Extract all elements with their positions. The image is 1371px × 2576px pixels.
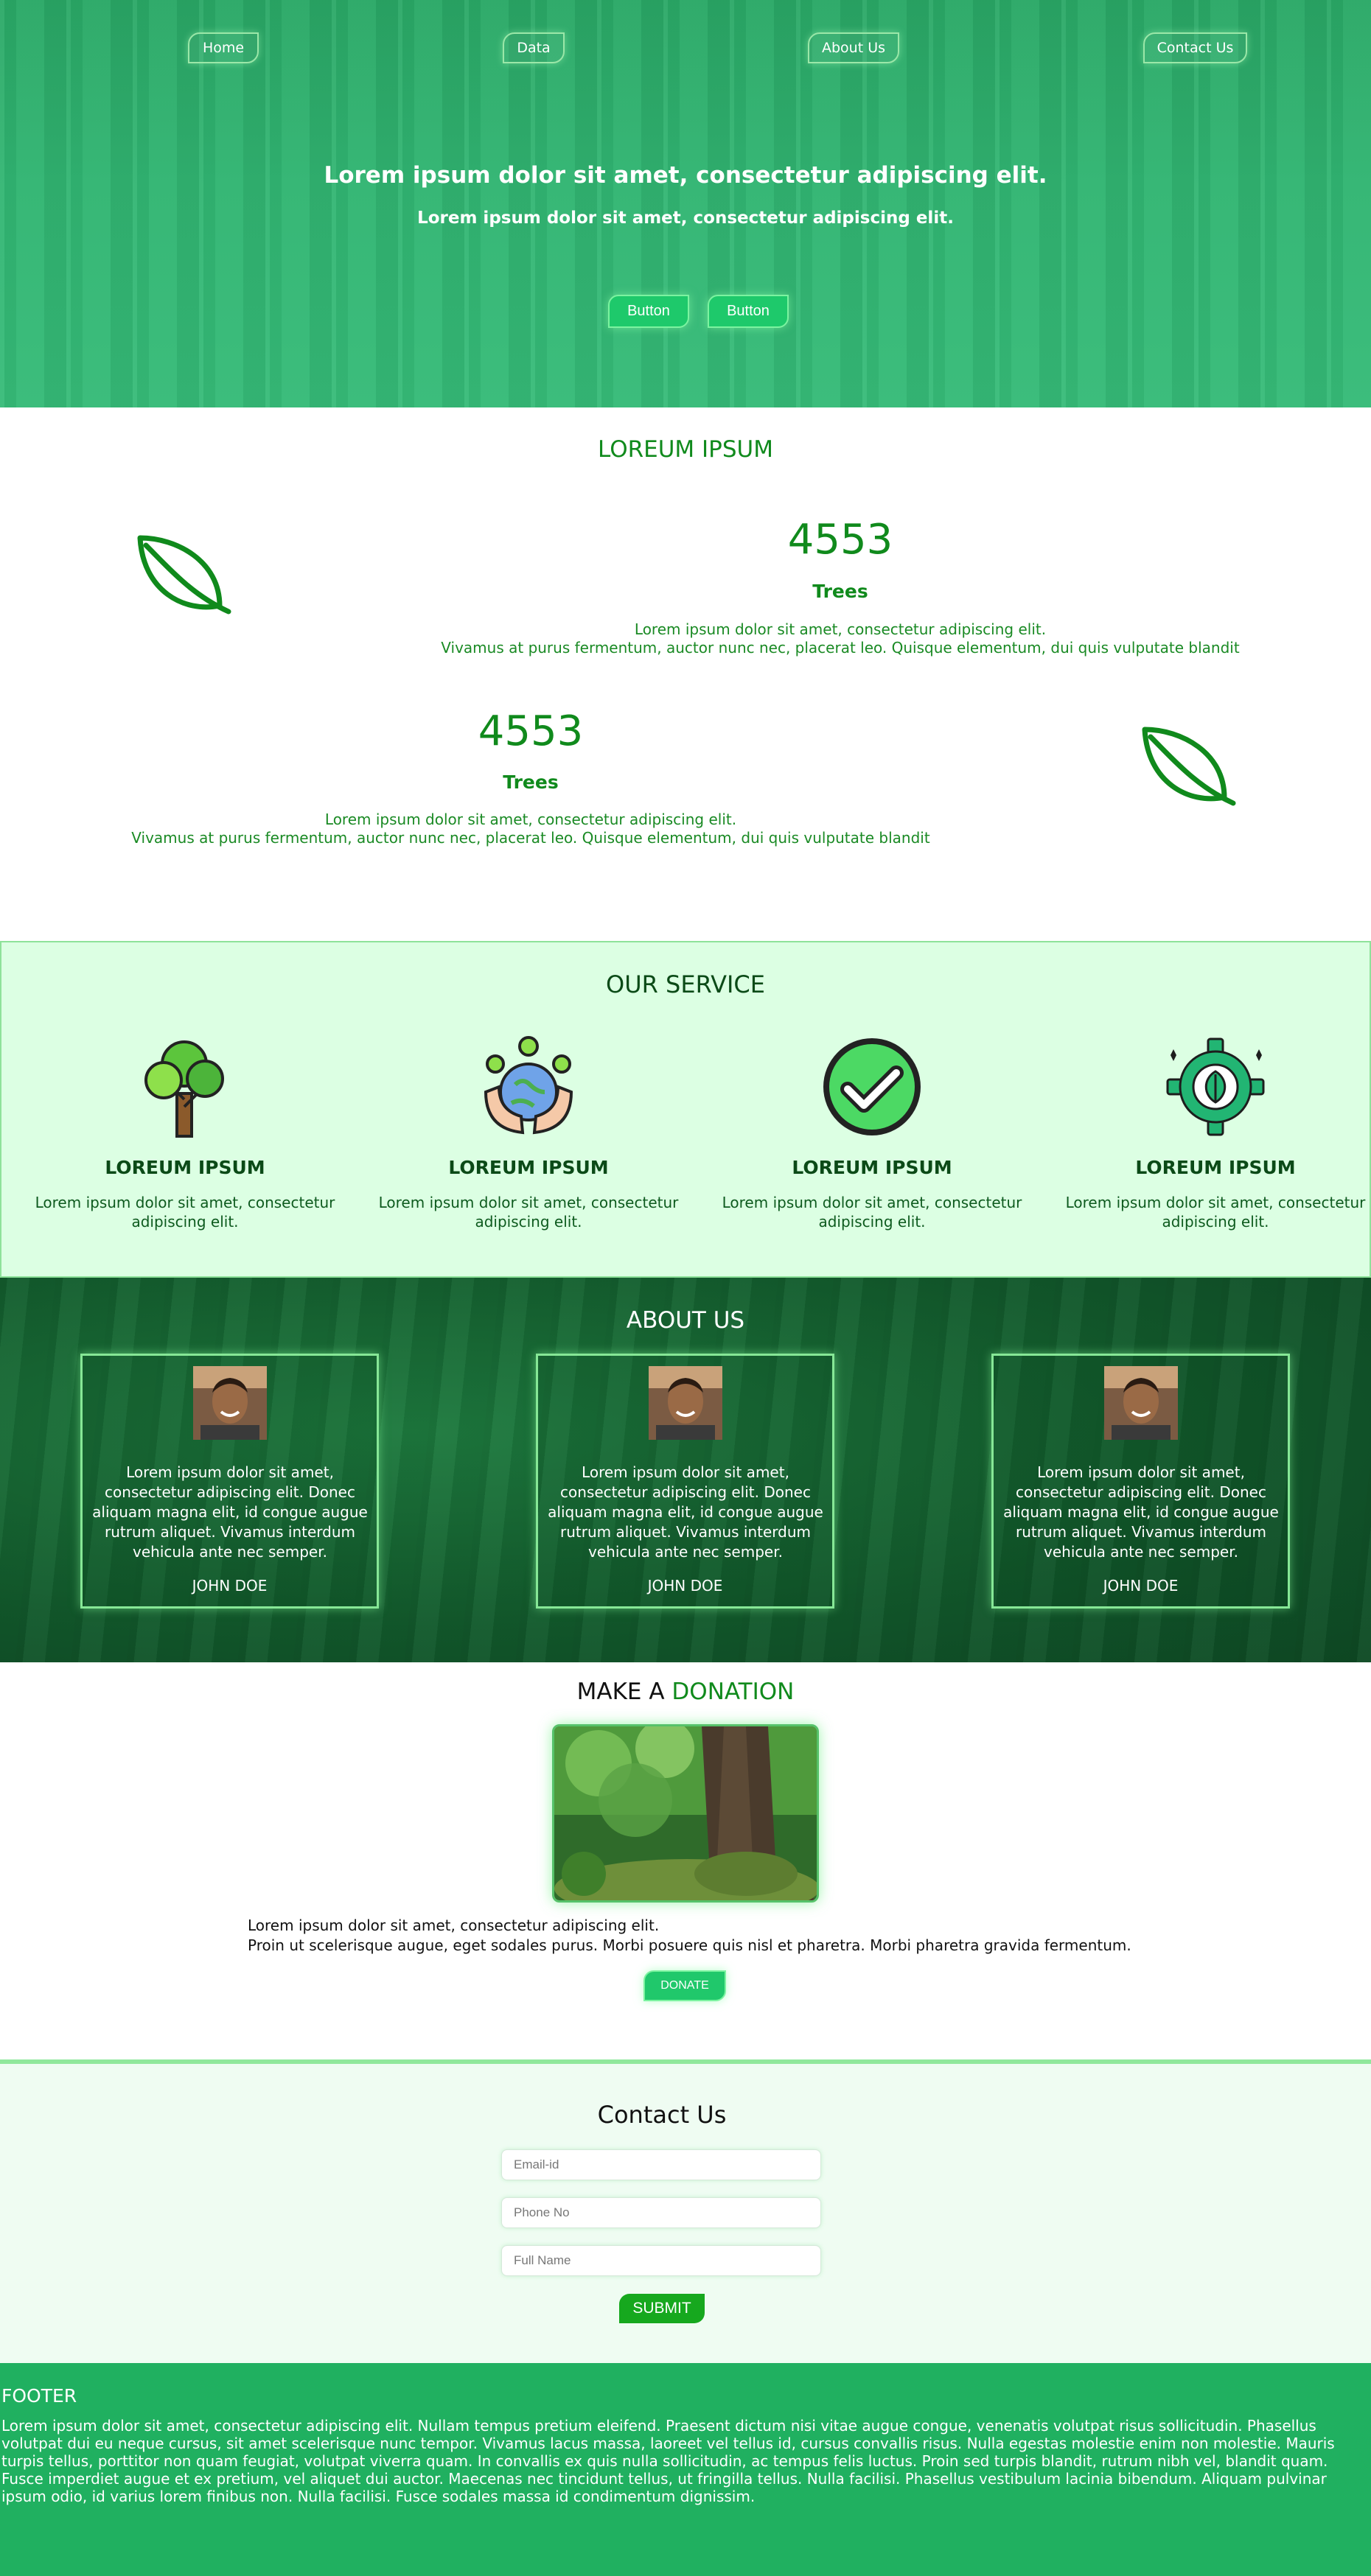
- nav-contact-link[interactable]: Contact Us: [1143, 32, 1247, 63]
- service-name-4: LOREUM IPSUM: [1135, 1157, 1296, 1178]
- about-card: Lorem ipsum dolor sit amet, consectetur …: [536, 1354, 834, 1609]
- nav-about-link[interactable]: About Us: [808, 32, 899, 63]
- hero-title: Lorem ipsum dolor sit amet, consectetur …: [324, 162, 1047, 189]
- submit-button[interactable]: SUBMIT: [619, 2294, 705, 2323]
- footer-title: FOOTER: [1, 2385, 77, 2407]
- about-section: ABOUT US Lorem ipsum dolor sit amet, con…: [0, 1278, 1371, 1662]
- forest-image: [552, 1724, 819, 1903]
- avatar: [193, 1366, 267, 1440]
- hero-subtitle: Lorem ipsum dolor sit amet, consectetur …: [417, 209, 954, 228]
- about-name: JOHN DOE: [647, 1577, 723, 1595]
- donation-title: MAKE A DONATION: [0, 1679, 1371, 1705]
- stat-value-1: 4553: [787, 516, 893, 564]
- nav-data-link[interactable]: Data: [503, 32, 565, 63]
- contact-title: Contact Us: [597, 2101, 727, 2129]
- contact-section: Contact Us SUBMIT: [0, 2059, 1371, 2363]
- email-field[interactable]: [501, 2149, 821, 2180]
- donation-title-prefix: MAKE A: [576, 1679, 672, 1705]
- full-name-field[interactable]: [501, 2245, 821, 2276]
- stat-text-2: Lorem ipsum dolor sit amet, consectetur …: [131, 811, 930, 847]
- donate-button[interactable]: DONATE: [643, 1970, 726, 2001]
- about-card: Lorem ipsum dolor sit amet, consectetur …: [80, 1354, 379, 1609]
- hero-button-2[interactable]: Button: [708, 295, 789, 328]
- hero-section: Home Data About Us Contact Us Lorem ipsu…: [0, 0, 1371, 407]
- footer-text: Lorem ipsum dolor sit amet, consectetur …: [1, 2417, 1335, 2505]
- avatar: [1104, 1366, 1178, 1440]
- leaf-icon: [1142, 727, 1236, 806]
- check-circle-icon: [823, 1038, 921, 1135]
- donation-text: Lorem ipsum dolor sit amet, consectetur …: [248, 1917, 1131, 1954]
- tree-icon: [144, 1040, 224, 1138]
- service-name-3: LOREUM IPSUM: [792, 1157, 952, 1178]
- about-text: Lorem ipsum dolor sit amet, consectetur …: [1003, 1463, 1279, 1561]
- gear-leaf-icon: [1166, 1037, 1265, 1136]
- service-desc-1: Lorem ipsum dolor sit amet, consectetur …: [35, 1194, 335, 1231]
- globe-hands-icon: [484, 1036, 573, 1135]
- service-desc-3: Lorem ipsum dolor sit amet, consectetur …: [722, 1194, 1022, 1231]
- service-name-1: LOREUM IPSUM: [105, 1157, 265, 1178]
- stat-label-1: Trees: [812, 581, 868, 602]
- stat-text-1: Lorem ipsum dolor sit amet, consectetur …: [441, 620, 1240, 657]
- about-text: Lorem ipsum dolor sit amet, consectetur …: [92, 1463, 368, 1561]
- about-title: ABOUT US: [626, 1307, 745, 1334]
- phone-field[interactable]: [501, 2197, 821, 2228]
- stat-value-2: 4553: [478, 707, 584, 755]
- service-desc-4: Lorem ipsum dolor sit amet, consectetur …: [1065, 1194, 1366, 1231]
- footer: FOOTER Lorem ipsum dolor sit amet, conse…: [0, 2363, 1371, 2576]
- stats-section-title: LOREUM IPSUM: [598, 436, 773, 463]
- hero-button-1[interactable]: Button: [608, 295, 689, 328]
- service-name-2: LOREUM IPSUM: [448, 1157, 609, 1178]
- service-section: OUR SERVICE LOREUM IPSUM Lorem ipsum dol…: [0, 941, 1371, 1278]
- nav-home-link[interactable]: Home: [188, 32, 259, 63]
- about-name: JOHN DOE: [1103, 1577, 1179, 1595]
- leaf-icon: [137, 535, 231, 615]
- about-text: Lorem ipsum dolor sit amet, consectetur …: [548, 1463, 823, 1561]
- about-name: JOHN DOE: [192, 1577, 268, 1595]
- avatar: [649, 1366, 722, 1440]
- service-title: OUR SERVICE: [606, 970, 765, 998]
- service-desc-2: Lorem ipsum dolor sit amet, consectetur …: [378, 1194, 679, 1231]
- donation-title-accent: DONATION: [671, 1679, 795, 1705]
- about-card: Lorem ipsum dolor sit amet, consectetur …: [991, 1354, 1290, 1609]
- stat-label-2: Trees: [503, 771, 559, 793]
